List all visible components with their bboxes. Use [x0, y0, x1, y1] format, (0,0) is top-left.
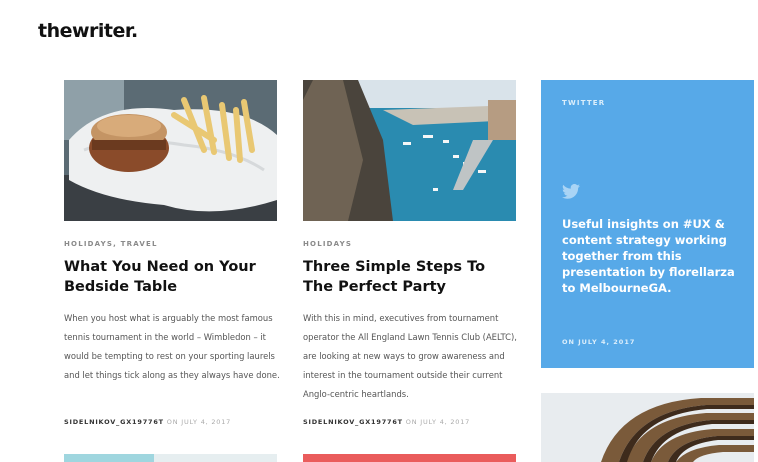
post-2-author[interactable]: SIDELNIKOV_GX19776T	[303, 418, 403, 426]
post-2-image[interactable]	[303, 80, 516, 221]
post-1-date: ON JULY 4, 2017	[166, 418, 232, 426]
post-2-date: ON JULY 4, 2017	[405, 418, 471, 426]
post-1-category[interactable]: HOLIDAYS, TRAVEL	[64, 240, 158, 248]
twitter-label: TWITTER	[562, 99, 606, 107]
post-2-title[interactable]: Three Simple Steps To The Perfect Party	[303, 257, 503, 297]
twitter-card[interactable]: TWITTER Useful insights on #UX & content…	[541, 80, 754, 368]
post-4-image[interactable]	[303, 454, 516, 462]
post-3-image[interactable]	[64, 454, 277, 462]
twitter-date: ON JULY 4, 2017	[562, 338, 636, 346]
post-1-excerpt: When you host what is arguably the most …	[64, 313, 280, 380]
post-2-category[interactable]: HOLIDAYS	[303, 240, 352, 248]
post-2-meta: SIDELNIKOV_GX19776T ON JULY 4, 2017	[303, 418, 470, 426]
twitter-text[interactable]: Useful insights on #UX & content strateg…	[562, 216, 742, 296]
post-1-title[interactable]: What You Need on Your Bedside Table	[64, 257, 264, 297]
post-5-image[interactable]	[541, 393, 754, 462]
post-2-excerpt: With this in mind, executives from tourn…	[303, 313, 517, 399]
site-logo[interactable]: thewriter.	[38, 20, 138, 42]
post-1-image[interactable]	[64, 80, 277, 221]
post-1-meta: SIDELNIKOV_GX19776T ON JULY 4, 2017	[64, 418, 231, 426]
post-1-author[interactable]: SIDELNIKOV_GX19776T	[64, 418, 164, 426]
twitter-bird-icon	[562, 184, 580, 199]
